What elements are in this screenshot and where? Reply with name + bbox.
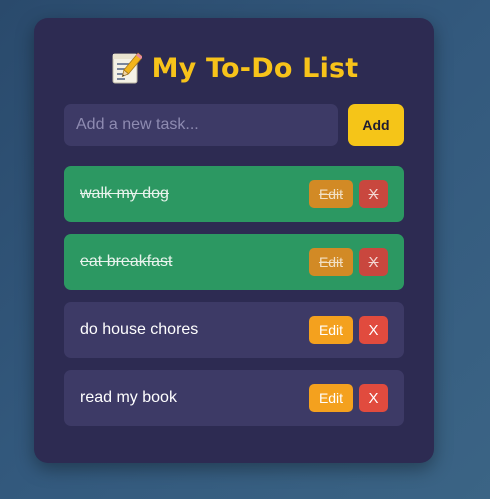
task-text[interactable]: eat breakfast — [80, 234, 173, 290]
header: My To-Do List — [34, 48, 434, 88]
todo-card: My To-Do List Add walk my dog Edit X eat… — [34, 18, 434, 463]
delete-task-button[interactable]: X — [359, 384, 388, 412]
new-task-input[interactable] — [64, 104, 338, 146]
task-item-completed[interactable]: eat breakfast Edit X — [64, 234, 404, 290]
edit-task-button[interactable]: Edit — [309, 316, 353, 344]
task-text[interactable]: do house chores — [80, 302, 198, 358]
add-task-button[interactable]: Add — [348, 104, 404, 146]
delete-task-button[interactable]: X — [359, 180, 388, 208]
task-item[interactable]: read my book Edit X — [64, 370, 404, 426]
task-item[interactable]: do house chores Edit X — [64, 302, 404, 358]
delete-task-button[interactable]: X — [359, 316, 388, 344]
page-title: My To-Do List — [151, 52, 359, 84]
add-task-row: Add — [64, 104, 404, 146]
task-item-completed[interactable]: walk my dog Edit X — [64, 166, 404, 222]
task-text[interactable]: walk my dog — [80, 166, 169, 222]
delete-task-button[interactable]: X — [359, 248, 388, 276]
edit-task-button[interactable]: Edit — [309, 248, 353, 276]
edit-task-button[interactable]: Edit — [309, 384, 353, 412]
memo-icon — [110, 51, 143, 85]
task-text[interactable]: read my book — [80, 370, 177, 426]
edit-task-button[interactable]: Edit — [309, 180, 353, 208]
